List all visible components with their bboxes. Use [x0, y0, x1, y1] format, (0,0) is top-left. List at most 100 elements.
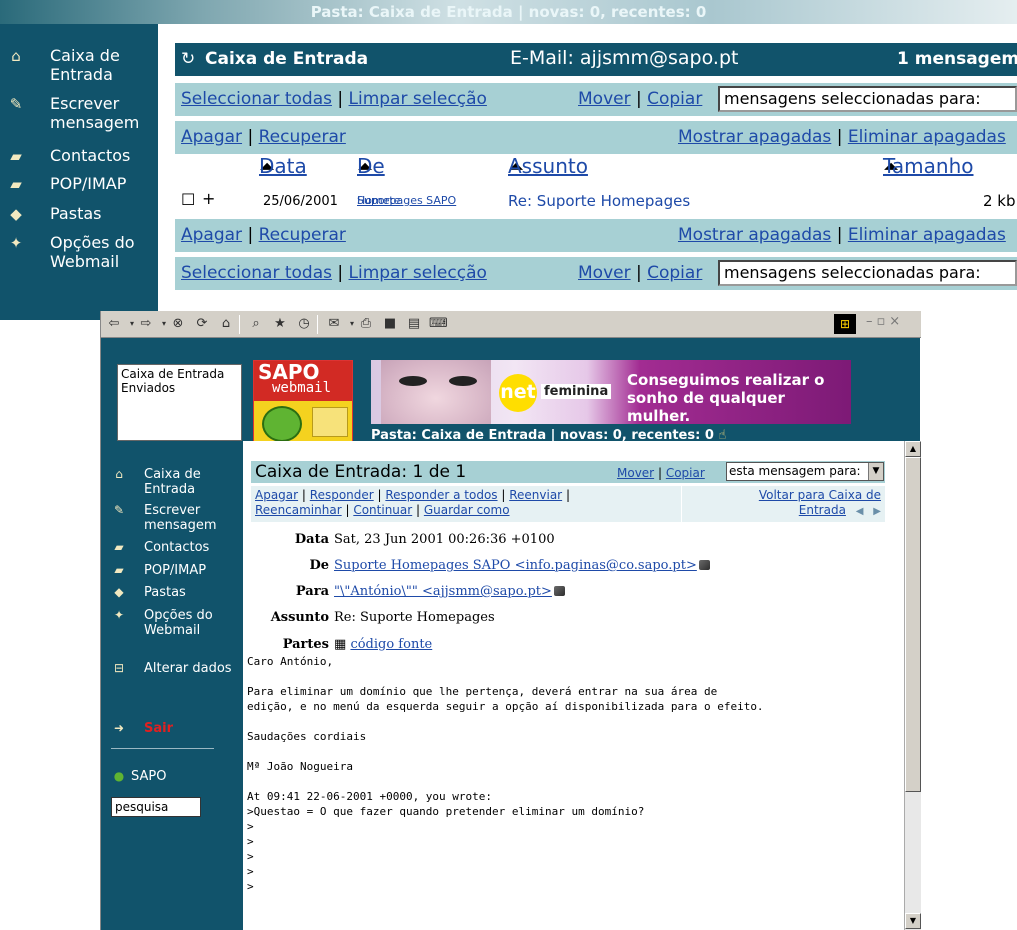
refresh-icon[interactable]: ↻ [181, 49, 195, 69]
chevron-down-icon[interactable]: ▼ [868, 463, 883, 480]
source-code-link[interactable]: código fonte [350, 637, 432, 652]
messenger-icon[interactable]: ⌨ [429, 315, 448, 333]
logout-label: Sair [144, 721, 174, 736]
reply-link[interactable]: Responder [310, 488, 374, 502]
browser-toolbar: ⇦ ▾ ⇨ ▾ ⊗ ⟳ ⌂ ⌕ ★ ◷ ✉ ▾ ⎙ ■ ▤ ⌨ ⊞ –▫× [101, 311, 921, 338]
email-label: E-Mail: ajjsmm@sapo.pt [510, 47, 739, 69]
stop-icon[interactable]: ⊗ [169, 315, 187, 333]
home-icon[interactable]: ⌂ [217, 315, 235, 333]
toolbar-divider [239, 315, 240, 334]
select-all-link[interactable]: Seleccionar todas [181, 263, 332, 283]
delete-link[interactable]: Apagar [255, 488, 298, 502]
back-to-inbox-link-2[interactable]: Entrada [799, 503, 846, 517]
edit-icon[interactable]: ■ [381, 315, 399, 333]
message-title: Caixa de Entrada: 1 de 1 [255, 462, 467, 482]
refresh-icon[interactable]: ⟳ [193, 315, 211, 333]
recover-link[interactable]: Recuperar [259, 225, 346, 245]
forward-link[interactable]: Reencaminhar [255, 503, 342, 517]
mailbox-title: Caixa de Entrada [205, 49, 369, 69]
top-sidebar-item-label: Contactos [50, 146, 131, 165]
previous-message-icon[interactable]: ◀ [856, 506, 864, 517]
back-to-inbox: Voltar para Caixa de Entrada ◀ ▶ [681, 486, 885, 522]
back-icon[interactable]: ⇦ [105, 315, 123, 333]
clear-selection-link[interactable]: Limpar selecção [349, 263, 487, 283]
mail-icon[interactable]: ✉ [325, 315, 343, 333]
add-contact-icon[interactable] [698, 560, 710, 570]
column-headers: ⏶ Data ⏶ De ⏶ Assunto ⏶ Tamanho [175, 154, 1017, 182]
sapo-frog-icon: ● [113, 769, 125, 783]
add-contact-icon[interactable] [553, 586, 565, 596]
banner-brand: feminina [541, 384, 612, 399]
show-deleted-link[interactable]: Mostrar apagadas [678, 127, 831, 147]
move-target-select[interactable]: mensagens seleccionadas para: [718, 86, 1017, 112]
scrollbar[interactable]: ▲ ▼ [904, 441, 921, 930]
toolbar-divider [317, 315, 318, 334]
sidebar-item-label: Pastas [144, 585, 186, 600]
copy-link[interactable]: Copiar [666, 466, 705, 480]
from-link[interactable]: Suporte Homepages SAPO <info.paginas@co.… [334, 558, 697, 573]
to-link[interactable]: "\"António\"" <ajjsmm@sapo.pt> [334, 584, 552, 599]
delete-bar: Apagar | Recuperar Mostrar apagadas | El… [175, 121, 1017, 154]
delete-link[interactable]: Apagar [181, 225, 242, 245]
copy-link[interactable]: Copiar [647, 89, 702, 109]
logo-webmail-text: webmail [272, 380, 332, 396]
browser-window: ⇦ ▾ ⇨ ▾ ⊗ ⟳ ⌂ ⌕ ★ ◷ ✉ ▾ ⎙ ■ ▤ ⌨ ⊞ –▫× Ca… [100, 311, 921, 930]
remove-deleted-link[interactable]: Eliminar apagadas [848, 225, 1006, 245]
sidebar-item-label: POP/IMAP [144, 563, 207, 578]
folder-item[interactable]: Enviados [121, 381, 238, 395]
delete-bar-bottom: Apagar | Recuperar Mostrar apagadas | El… [175, 219, 1017, 252]
banner-face-image [381, 360, 491, 424]
clear-selection-link[interactable]: Limpar selecção [349, 89, 487, 109]
delete-link[interactable]: Apagar [181, 127, 242, 147]
window-controls[interactable]: –▫× [866, 314, 904, 329]
select-all-link[interactable]: Seleccionar todas [181, 89, 332, 109]
remove-deleted-link[interactable]: Eliminar apagadas [848, 127, 1006, 147]
scroll-down-icon[interactable]: ▼ [905, 913, 921, 929]
next-message-icon[interactable]: ▶ [873, 506, 881, 517]
reply-all-link[interactable]: Responder a todos [385, 488, 497, 502]
folder-list[interactable]: Caixa de Entrada Enviados [117, 364, 242, 441]
copy-link[interactable]: Copiar [647, 263, 702, 283]
scroll-thumb[interactable] [905, 457, 921, 792]
options-icon: ✦ [9, 234, 23, 252]
home-icon: ⌂ [11, 47, 21, 65]
show-deleted-link[interactable]: Mostrar apagadas [678, 225, 831, 245]
move-target-select[interactable]: esta mensagem para: ▼ [726, 462, 884, 481]
move-copy-links: Mover | Copiar [617, 466, 705, 480]
options-icon: ✦ [113, 608, 125, 622]
message-action-bar: Apagar | Responder | Responder a todos |… [251, 486, 885, 522]
folder-item[interactable]: Caixa de Entrada [121, 367, 238, 381]
back-to-inbox-link[interactable]: Voltar para Caixa de [759, 488, 881, 502]
scroll-up-icon[interactable]: ▲ [905, 441, 921, 457]
top-sidebar: ⌂ Caixa de Entrada ✎ Escrever mensagem ▰… [0, 24, 158, 320]
header-parts-row: Partes ▦ código fonte [243, 637, 903, 655]
table-row[interactable]: ☐ + 25/06/2001 Suporte Homepages SAPO Re… [175, 184, 1017, 218]
discuss-icon[interactable]: ▤ [405, 315, 423, 333]
move-link[interactable]: Mover [617, 466, 654, 480]
expand-icon[interactable]: + [202, 189, 215, 208]
message-checkbox[interactable]: ☐ [181, 190, 195, 209]
move-target-select[interactable]: mensagens seleccionadas para: [718, 260, 1017, 286]
continue-link[interactable]: Continuar [353, 503, 412, 517]
resend-link[interactable]: Reenviar [509, 488, 562, 502]
sapo-webmail-logo[interactable]: SAPO webmail [253, 360, 353, 445]
move-link[interactable]: Mover [578, 89, 631, 109]
sidebar-item-label: Caixa de Entrada [144, 467, 201, 497]
history-icon[interactable]: ◷ [295, 315, 313, 333]
favorites-icon[interactable]: ★ [271, 315, 289, 333]
recover-link[interactable]: Recuperar [259, 127, 346, 147]
move-link[interactable]: Mover [578, 263, 631, 283]
sidebar-divider [111, 748, 214, 749]
print-icon[interactable]: ⎙ [357, 315, 375, 333]
save-as-link[interactable]: Guardar como [424, 503, 510, 517]
header-date-row: Data Sat, 23 Jun 2001 00:26:36 +0100 [243, 532, 903, 550]
search-input[interactable] [111, 797, 201, 817]
header-value: Re: Suporte Homepages [334, 610, 495, 625]
exit-icon: ➜ [113, 721, 125, 735]
search-icon[interactable]: ⌕ [247, 315, 265, 333]
forward-icon[interactable]: ⇨ [137, 315, 155, 333]
message-subject[interactable]: Re: Suporte Homepages [508, 192, 690, 210]
ad-banner[interactable]: net feminina Conseguimos realizar o sonh… [371, 360, 851, 424]
header-label: De [309, 558, 329, 573]
header-to-row: Para "\"António\"" <ajjsmm@sapo.pt> [243, 584, 903, 602]
